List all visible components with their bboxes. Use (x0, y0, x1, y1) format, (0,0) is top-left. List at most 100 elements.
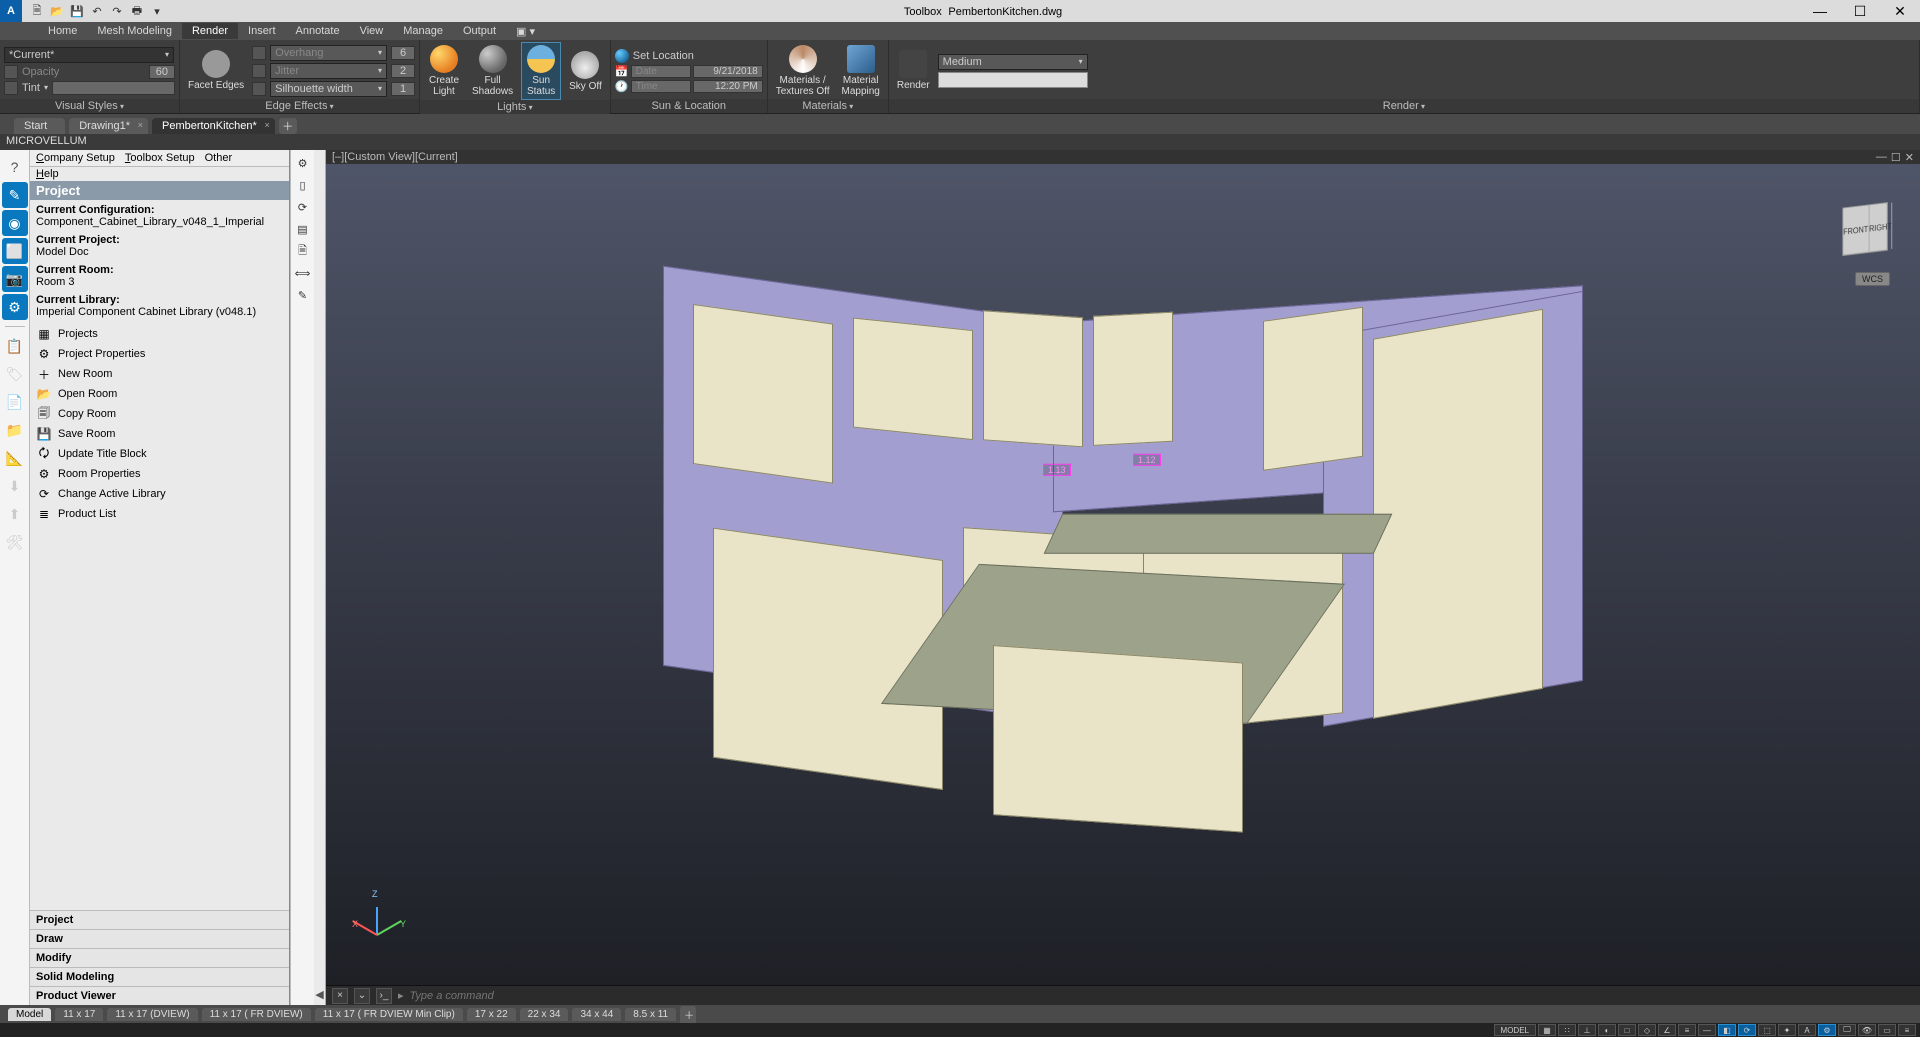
material-mapping-button[interactable]: Material Mapping (837, 43, 883, 99)
status-workspace-toggle[interactable]: ⚙ (1818, 1024, 1836, 1036)
command-input[interactable] (410, 990, 1914, 1002)
ruler-icon[interactable]: 📐 (2, 445, 28, 471)
doc-tab-pemberton[interactable]: PembertonKitchen*× (152, 118, 275, 134)
tree-item-save-room[interactable]: 💾Save Room (30, 424, 289, 444)
layers-icon[interactable]: ▤ (294, 220, 312, 238)
tab-mesh-modeling[interactable]: Mesh Modeling (87, 23, 182, 39)
render-button[interactable]: Render (893, 48, 934, 93)
tree-item-change-active-library[interactable]: ⟳Change Active Library (30, 484, 289, 504)
tint-swatch[interactable] (52, 81, 175, 95)
edit-icon[interactable]: ✎ (294, 286, 312, 304)
status-3dosnap-toggle[interactable]: ◇ (1638, 1024, 1656, 1036)
status-isolate-toggle[interactable]: 👁 (1858, 1024, 1876, 1036)
tab-home[interactable]: Home (38, 23, 87, 39)
silhouette-toggle[interactable] (252, 82, 266, 96)
help-menu[interactable]: Help (30, 167, 289, 181)
add-layout-button[interactable]: ＋ (680, 1006, 696, 1023)
settings-icon[interactable]: ⚙ (294, 154, 312, 172)
import-icon[interactable]: ⬇ (2, 473, 28, 499)
layout-tab[interactable]: 11 x 17 ( FR DVIEW Min Clip) (315, 1008, 463, 1021)
overhang-field[interactable]: Overhang (270, 45, 387, 61)
view-cube[interactable]: FRONT RIGHT (1842, 202, 1887, 256)
sun-status-button[interactable]: Sun Status (521, 42, 561, 100)
status-monitor-toggle[interactable]: 🖵 (1838, 1024, 1856, 1036)
maximize-button[interactable]: ☐ (1840, 0, 1880, 22)
doc-tab-start[interactable]: Start (14, 118, 65, 134)
camera-icon[interactable]: 📷 (2, 266, 28, 292)
tag-icon[interactable]: 🏷 (2, 361, 28, 387)
time-value[interactable]: 12:20 PM (693, 80, 763, 93)
status-transparency-toggle[interactable]: ◧ (1718, 1024, 1736, 1036)
opacity-toggle[interactable] (4, 65, 18, 79)
qat-redo-icon[interactable]: ↷ (108, 2, 126, 20)
qat-print-icon[interactable]: 🖶 (128, 2, 146, 20)
facet-edges-button[interactable]: Facet Edges (184, 48, 248, 93)
set-location-button[interactable]: Set Location (633, 50, 694, 62)
status-3d-toggle[interactable]: ⬚ (1758, 1024, 1776, 1036)
cmd-close-icon[interactable]: × (332, 988, 348, 1004)
group-label-edge-effects[interactable]: Edge Effects (265, 100, 333, 112)
status-dyn-toggle[interactable]: ≡ (1678, 1024, 1696, 1036)
qat-new-icon[interactable]: 🗎 (28, 2, 46, 20)
export-icon[interactable]: ⬆ (2, 501, 28, 527)
tab-manage[interactable]: Manage (393, 23, 453, 39)
layout-tab[interactable]: 8.5 x 11 (625, 1008, 676, 1021)
tab-insert[interactable]: Insert (238, 23, 286, 39)
cmd-options-icon[interactable]: ⌄ (354, 988, 370, 1004)
qat-save-icon[interactable]: 💾 (68, 2, 86, 20)
tree-item-product-list[interactable]: ≣Product List (30, 504, 289, 524)
app-logo[interactable]: A (0, 0, 22, 22)
folder-icon[interactable]: 📁 (2, 417, 28, 443)
opacity-value[interactable]: 60 (149, 65, 175, 79)
full-shadows-button[interactable]: Full Shadows (468, 43, 517, 99)
status-polar-toggle[interactable]: ◐ (1598, 1024, 1616, 1036)
vp-maximize-icon[interactable]: ☐ (1891, 151, 1901, 164)
sky-off-button[interactable]: Sky Off (565, 49, 606, 94)
jitter-toggle[interactable] (252, 64, 266, 78)
acc-modify[interactable]: Modify (30, 948, 289, 967)
status-clean-toggle[interactable]: ▭ (1878, 1024, 1896, 1036)
new-tab-button[interactable]: ＋ (279, 118, 297, 134)
dimension-icon[interactable]: ⟺ (294, 264, 312, 282)
viewcube-right[interactable]: RIGHT (1869, 202, 1892, 251)
clipboard-icon[interactable]: 📋 (2, 333, 28, 359)
tab-view[interactable]: View (350, 23, 394, 39)
tree-item-project-properties[interactable]: ⚙Project Properties (30, 344, 289, 364)
vp-minimize-icon[interactable]: — (1876, 151, 1887, 164)
date-value[interactable]: 9/21/2018 (693, 65, 763, 78)
spiral-icon[interactable]: ◉ (2, 210, 28, 236)
viewcube-front[interactable]: FRONT (1843, 205, 1869, 254)
tab-render[interactable]: Render (182, 23, 238, 39)
silhouette-value[interactable]: 1 (391, 82, 415, 96)
status-lwt-toggle[interactable]: — (1698, 1024, 1716, 1036)
status-snap-toggle[interactable]: ∷ (1558, 1024, 1576, 1036)
tree-item-update-title-block[interactable]: 🗘Update Title Block (30, 444, 289, 464)
visual-style-preset-combo[interactable]: *Current* (4, 47, 174, 63)
doc-tab-drawing1[interactable]: Drawing1*× (69, 118, 148, 134)
status-ortho-toggle[interactable]: ⊥ (1578, 1024, 1596, 1036)
layout-tab[interactable]: 11 x 17 ( FR DVIEW) (202, 1008, 311, 1021)
acc-solid-modeling[interactable]: Solid Modeling (30, 967, 289, 986)
jitter-value[interactable]: 2 (391, 64, 415, 78)
layout-tab[interactable]: 11 x 17 (55, 1008, 103, 1021)
render-quality-combo[interactable]: Medium (938, 54, 1088, 70)
cmd-prompt-icon[interactable]: ›_ (376, 988, 392, 1004)
other-menu[interactable]: Other (205, 152, 233, 164)
qat-undo-icon[interactable]: ↶ (88, 2, 106, 20)
tree-item-projects[interactable]: ▦Projects (30, 324, 289, 344)
qat-dropdown-icon[interactable]: ▾ (148, 2, 166, 20)
status-model-toggle[interactable]: MODEL (1494, 1024, 1536, 1036)
layout-tab-model[interactable]: Model (8, 1008, 51, 1021)
layout-tab[interactable]: 22 x 34 (520, 1008, 569, 1021)
layout-tab[interactable]: 34 x 44 (572, 1008, 621, 1021)
document-icon[interactable]: 📄 (2, 389, 28, 415)
silhouette-field[interactable]: Silhouette width (270, 81, 387, 97)
tree-item-open-room[interactable]: 📂Open Room (30, 384, 289, 404)
viewport-label[interactable]: [–][Custom View][Current] (332, 151, 458, 163)
group-label-visual-styles[interactable]: Visual Styles (55, 100, 124, 112)
overhang-value[interactable]: 6 (391, 46, 415, 60)
overhang-toggle[interactable] (252, 46, 266, 60)
qat-open-icon[interactable]: 📂 (48, 2, 66, 20)
layout-tab[interactable]: 17 x 22 (467, 1008, 516, 1021)
layout-tab[interactable]: 11 x 17 (DVIEW) (107, 1008, 197, 1021)
